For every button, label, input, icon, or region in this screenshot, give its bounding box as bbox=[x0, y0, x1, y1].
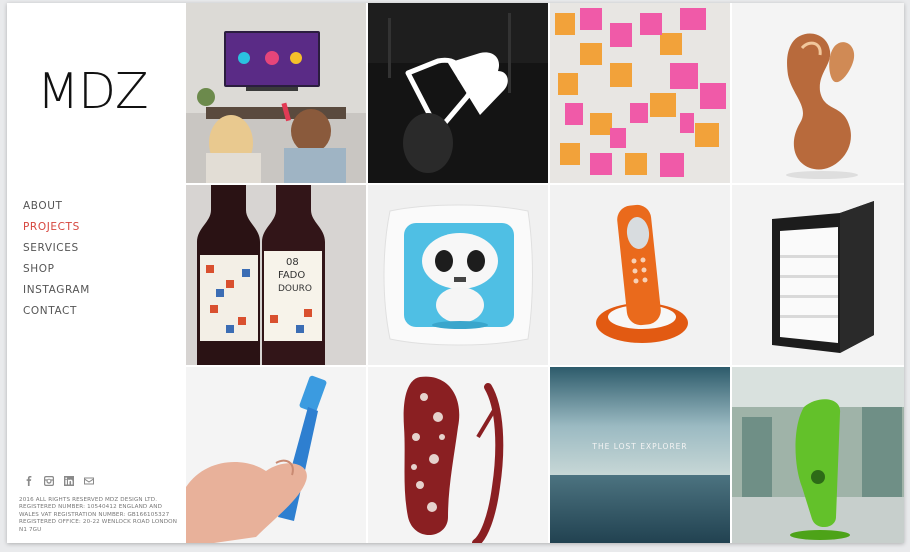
email-icon[interactable] bbox=[83, 475, 95, 487]
project-tile-lost-explorer[interactable]: THE LOST EXPLORER bbox=[550, 367, 730, 543]
wine-labels-image: 08 FADO DOURO bbox=[186, 185, 366, 365]
project-tile-sticky-notes[interactable] bbox=[550, 3, 730, 183]
lost-explorer-image: THE LOST EXPLORER bbox=[550, 367, 730, 543]
main-navigation: ABOUT PROJECTS SERVICES SHOP INSTAGRAM C… bbox=[23, 196, 90, 322]
nav-item-about[interactable]: ABOUT bbox=[23, 196, 90, 217]
project-tile-cushion[interactable] bbox=[368, 185, 548, 365]
green-kiosk-image bbox=[732, 367, 904, 543]
project-tile-toothbrush[interactable] bbox=[186, 367, 366, 543]
phone-image bbox=[550, 185, 730, 365]
wine-label-number: 08 bbox=[286, 257, 299, 268]
project-tile-flip-flops[interactable] bbox=[368, 367, 548, 543]
sticky-notes-image bbox=[550, 3, 730, 183]
facebook-icon[interactable] bbox=[23, 475, 35, 487]
project-tile-bb-logo[interactable] bbox=[368, 3, 548, 183]
project-tile-phone[interactable] bbox=[550, 185, 730, 365]
nav-item-projects[interactable]: PROJECTS bbox=[23, 217, 90, 238]
project-tile-display-shelf[interactable] bbox=[732, 185, 904, 365]
wine-label-name: FADO bbox=[278, 270, 305, 281]
copper-sculpture-image bbox=[732, 3, 904, 183]
cushion-image bbox=[368, 185, 548, 365]
nav-item-services[interactable]: SERVICES bbox=[23, 238, 90, 259]
linkedin-icon[interactable] bbox=[63, 475, 75, 487]
tv-app-image bbox=[186, 3, 366, 183]
legal-footer: 2016 All rights reserved MDZ Design Ltd.… bbox=[19, 497, 178, 533]
display-shelf-image bbox=[732, 185, 904, 365]
social-links bbox=[23, 475, 95, 487]
site-logo[interactable]: MDZ bbox=[37, 67, 149, 116]
nav-item-shop[interactable]: SHOP bbox=[23, 259, 90, 280]
toothbrush-image bbox=[186, 367, 366, 543]
project-tile-copper-sculpture[interactable] bbox=[732, 3, 904, 183]
project-tile-wine-labels[interactable]: 08 FADO DOURO bbox=[186, 185, 366, 365]
sidebar: MDZ ABOUT PROJECTS SERVICES SHOP INSTAGR… bbox=[7, 3, 185, 543]
project-tile-tv-app[interactable] bbox=[186, 3, 366, 183]
nav-item-instagram[interactable]: INSTAGRAM bbox=[23, 280, 90, 301]
flip-flops-image bbox=[368, 367, 548, 543]
wine-label-region: DOURO bbox=[278, 284, 312, 294]
explorer-title: THE LOST EXPLORER bbox=[591, 442, 687, 451]
instagram-icon[interactable] bbox=[43, 475, 55, 487]
project-tile-green-kiosk[interactable] bbox=[732, 367, 904, 543]
project-grid: 08 FADO DOURO THE LOST EXPLORER bbox=[186, 3, 904, 543]
nav-item-contact[interactable]: CONTACT bbox=[23, 301, 90, 322]
bb-logo-image bbox=[368, 3, 548, 183]
app-window: MDZ ABOUT PROJECTS SERVICES SHOP INSTAGR… bbox=[7, 3, 904, 543]
